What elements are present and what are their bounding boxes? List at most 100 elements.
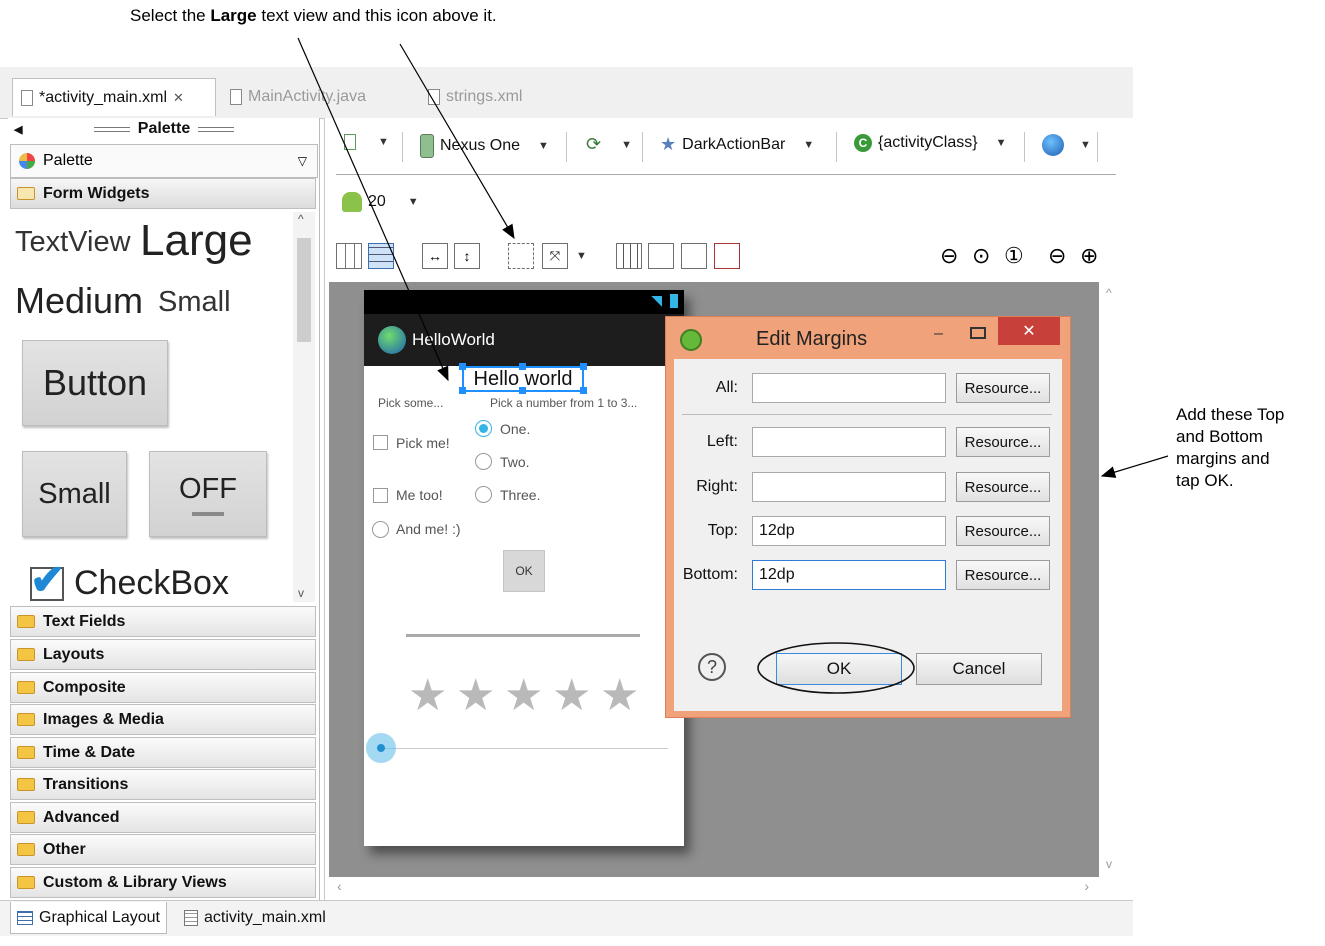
left-resource-button[interactable]: Resource... xyxy=(956,427,1050,457)
chevron-up-icon[interactable]: ^ xyxy=(1106,286,1112,300)
right-resource-button[interactable]: Resource... xyxy=(956,472,1050,502)
right-margin-input[interactable] xyxy=(752,472,946,502)
close-button[interactable]: ✕ xyxy=(998,317,1060,345)
widget-textview[interactable]: TextView xyxy=(15,226,131,259)
rating-star[interactable]: ★ xyxy=(408,674,447,718)
selection-handle[interactable] xyxy=(580,363,587,370)
orientation-dropdown[interactable]: ⟳ ▼ xyxy=(586,134,632,155)
bottom-margin-input[interactable]: 12dp xyxy=(752,560,946,590)
chevron-down-icon[interactable]: v xyxy=(298,586,304,600)
close-icon[interactable]: ✕ xyxy=(173,90,184,106)
device-dropdown[interactable]: Nexus One ▼ xyxy=(420,134,549,158)
category-images-media[interactable]: Images & Media xyxy=(10,704,316,735)
dropdown-arrow-icon[interactable]: ▼ xyxy=(576,250,587,262)
zoom-fit-icon[interactable]: ⊖ xyxy=(940,243,958,269)
category-custom-library-views[interactable]: Custom & Library Views xyxy=(10,867,316,898)
layout-file-dropdown[interactable]: ▼ xyxy=(344,134,389,150)
seekbar-thumb[interactable] xyxy=(366,733,396,763)
chevron-up-icon[interactable]: ^ xyxy=(298,212,304,226)
checkbox-pick-me[interactable] xyxy=(373,435,388,450)
top-margin-input[interactable]: 12dp xyxy=(752,516,946,546)
zoom-100-icon[interactable]: ① xyxy=(1004,243,1024,269)
tab-label: activity_main.xml xyxy=(204,909,326,926)
canvas-hscroll[interactable]: ‹ › xyxy=(329,877,1099,897)
scrollbar-thumb[interactable] xyxy=(297,238,311,342)
api-level-dropdown[interactable]: 20 ▼ xyxy=(342,192,419,212)
tab-graphical-layout[interactable]: Graphical Layout xyxy=(10,902,167,934)
top-resource-button[interactable]: Resource... xyxy=(956,516,1050,546)
rating-star[interactable]: ★ xyxy=(504,674,543,718)
device-name: Nexus One xyxy=(440,137,521,154)
bottom-resource-button[interactable]: Resource... xyxy=(956,560,1050,590)
tab-mainactivity-java[interactable]: MainActivity.java xyxy=(222,78,412,116)
radio-three[interactable] xyxy=(475,486,492,503)
android-icon xyxy=(342,192,362,212)
category-form-widgets[interactable]: Form Widgets xyxy=(10,178,316,209)
phone-ok-button[interactable]: OK xyxy=(503,550,545,592)
tab-activity-main-xml[interactable]: *activity_main.xml ✕ xyxy=(12,78,216,116)
theme-dropdown[interactable]: ★ DarkActionBar ▼ xyxy=(660,134,814,155)
category-text-fields[interactable]: Text Fields xyxy=(10,606,316,637)
baseline-icon[interactable] xyxy=(714,243,740,269)
category-other[interactable]: Other xyxy=(10,834,316,865)
all-margin-input[interactable] xyxy=(752,373,946,403)
gravity-icon[interactable]: ⤧ xyxy=(542,243,568,269)
chevron-left-icon[interactable]: ‹ xyxy=(337,878,342,894)
widget-small-text[interactable]: Small xyxy=(158,286,231,319)
zoom-out-icon[interactable]: ⊖ xyxy=(1048,243,1066,269)
tab-label: strings.xml xyxy=(446,88,523,105)
zoom-in-icon[interactable]: ⊕ xyxy=(1080,243,1098,269)
horizontal-layout-icon[interactable] xyxy=(336,243,362,269)
radio-and-me[interactable] xyxy=(372,521,389,538)
widget-checkbox[interactable]: ✔ CheckBox xyxy=(30,556,229,602)
rating-star[interactable]: ★ xyxy=(552,674,591,718)
widget-toggle-button[interactable]: OFF xyxy=(149,451,267,537)
tab-xml-source[interactable]: activity_main.xml xyxy=(178,902,332,934)
radio-two[interactable] xyxy=(475,453,492,470)
all-resource-button[interactable]: Resource... xyxy=(956,373,1050,403)
category-time-date[interactable]: Time & Date xyxy=(10,737,316,768)
rating-star[interactable]: ★ xyxy=(600,674,639,718)
widget-button[interactable]: Button xyxy=(22,340,168,426)
widget-large-text[interactable]: Large xyxy=(140,216,253,266)
selection-handle[interactable] xyxy=(519,387,526,394)
checkbox-me-too[interactable] xyxy=(373,488,388,503)
minimize-icon[interactable]: – xyxy=(934,325,943,343)
cancel-button[interactable]: Cancel xyxy=(916,653,1042,685)
radio-one[interactable] xyxy=(475,420,492,437)
change-margins-icon[interactable] xyxy=(508,243,534,269)
collapse-arrow-icon[interactable]: ◀ xyxy=(14,123,22,136)
match-height-icon[interactable]: ↕ xyxy=(454,243,480,269)
category-advanced[interactable]: Advanced xyxy=(10,802,316,833)
distribute-weights-icon[interactable] xyxy=(616,243,642,269)
widget-small-button[interactable]: Small xyxy=(22,451,127,537)
tab-strings-xml[interactable]: strings.xml xyxy=(420,78,550,116)
chevron-right-icon[interactable]: › xyxy=(1084,878,1089,894)
palette-scrollbar[interactable]: ^ v xyxy=(293,212,315,602)
zoom-actual-icon[interactable]: ⊙ xyxy=(972,243,990,269)
canvas-vscroll[interactable]: ^ v xyxy=(1100,282,1122,877)
selection-handle[interactable] xyxy=(459,387,466,394)
category-transitions[interactable]: Transitions xyxy=(10,769,316,800)
help-icon[interactable]: ? xyxy=(698,653,726,681)
category-composite[interactable]: Composite xyxy=(10,672,316,703)
status-bar: ◥ xyxy=(364,290,684,314)
clear-weights-icon[interactable] xyxy=(681,243,707,269)
category-label: Custom & Library Views xyxy=(43,873,227,891)
selection-handle[interactable] xyxy=(519,363,526,370)
assign-weight-icon[interactable] xyxy=(648,243,674,269)
category-layouts[interactable]: Layouts xyxy=(10,639,316,670)
maximize-icon[interactable] xyxy=(970,327,986,339)
ok-button[interactable]: OK xyxy=(776,653,902,685)
activity-dropdown[interactable]: C {activityClass} ▼ xyxy=(854,134,1006,152)
locale-dropdown[interactable]: ▼ xyxy=(1042,134,1091,156)
selection-handle[interactable] xyxy=(459,363,466,370)
widget-medium-text[interactable]: Medium xyxy=(15,280,143,322)
chevron-down-icon[interactable]: v xyxy=(1106,857,1112,871)
match-width-icon[interactable]: ↔ xyxy=(422,243,448,269)
vertical-layout-icon[interactable] xyxy=(368,243,394,269)
selection-handle[interactable] xyxy=(580,387,587,394)
rating-star[interactable]: ★ xyxy=(456,674,495,718)
palette-mode-select[interactable]: Palette ▽ xyxy=(10,144,318,178)
left-margin-input[interactable] xyxy=(752,427,946,457)
